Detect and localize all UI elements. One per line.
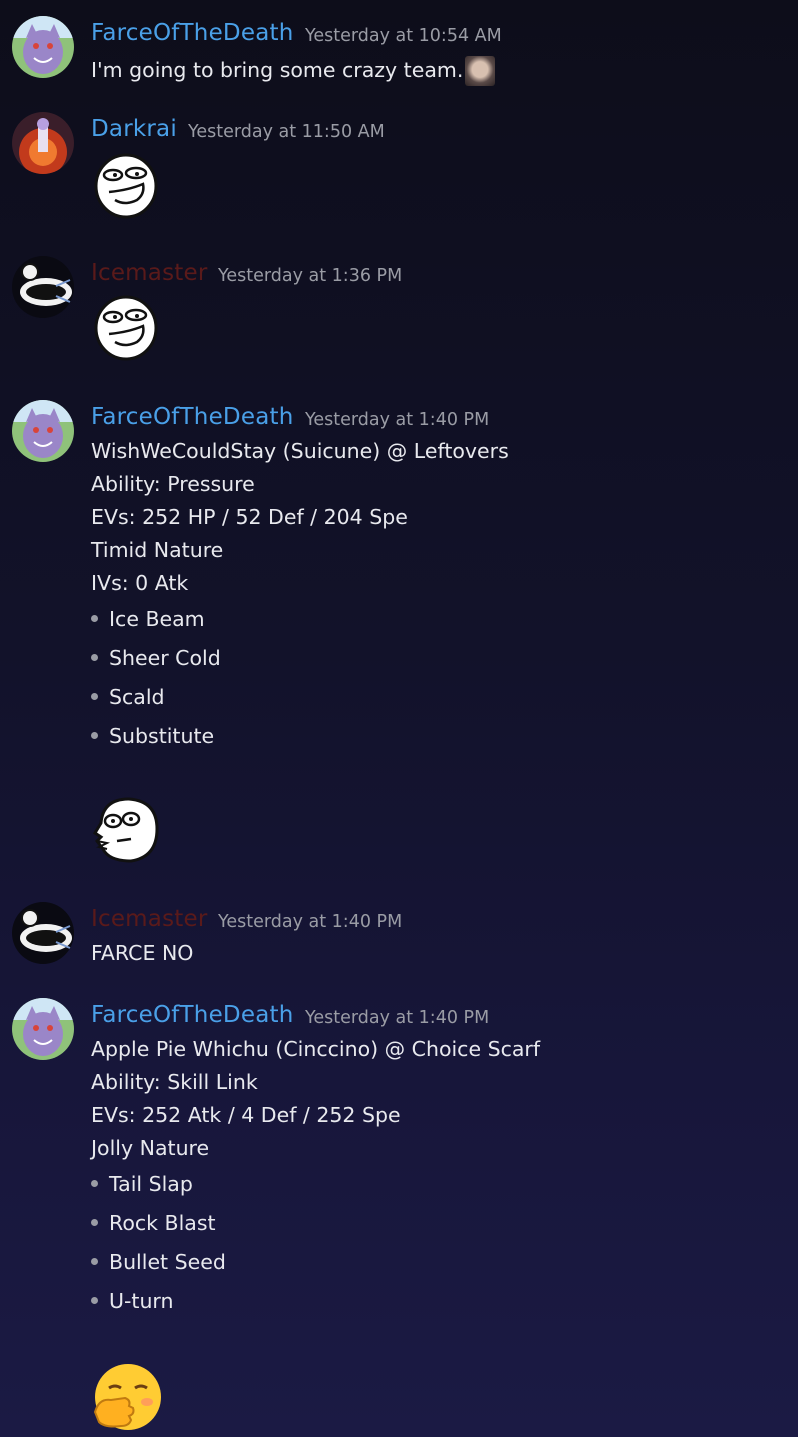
timestamp: Yesterday at 1:36 PM [218, 266, 403, 286]
author-name[interactable]: Icemaster [91, 260, 208, 286]
move-name: Rock Blast [109, 1211, 216, 1235]
avatar-farce[interactable] [12, 998, 74, 1060]
set-line: Ability: Pressure [91, 472, 255, 496]
avatar-farce[interactable] [12, 400, 74, 462]
move-name: Tail Slap [109, 1172, 193, 1196]
move-name: Scald [109, 685, 165, 709]
author-name[interactable]: FarceOfTheDeath [91, 404, 294, 430]
message-text-content: I'm going to bring some crazy team. [91, 58, 464, 82]
bullet-icon [91, 614, 98, 622]
move-name: Ice Beam [109, 607, 205, 631]
author-name[interactable]: Darkrai [91, 116, 177, 142]
message-text: I'm going to bring some crazy team. [91, 56, 496, 86]
icemaster-avatar-icon [12, 902, 74, 964]
set-line: Ability: Skill Link [91, 1070, 258, 1094]
set-line: Apple Pie Whichu (Cinccino) @ Choice Sca… [91, 1037, 541, 1061]
avatar-farce[interactable] [12, 16, 74, 78]
avatar-icemaster[interactable] [12, 256, 74, 318]
bullet-icon [91, 1257, 98, 1265]
avatar-darkrai[interactable] [12, 112, 74, 174]
set-line: IVs: 0 Atk [91, 571, 189, 595]
move-item: Ice Beam [91, 607, 205, 631]
rageface-emoji-icon [91, 793, 163, 869]
set-line: EVs: 252 Atk / 4 Def / 252 Spe [91, 1103, 401, 1127]
set-line: Jolly Nature [91, 1136, 210, 1160]
move-item: Substitute [91, 724, 214, 748]
move-item: Scald [91, 685, 165, 709]
face-with-hand-over-mouth-emoji-icon [91, 1362, 165, 1436]
bullet-icon [91, 692, 98, 700]
bullet-icon [91, 1296, 98, 1304]
timestamp: Yesterday at 1:40 PM [305, 1008, 490, 1028]
bullet-icon [91, 731, 98, 739]
timestamp: Yesterday at 1:40 PM [218, 912, 403, 932]
bullet-icon [91, 653, 98, 661]
gengar-avatar-icon [12, 400, 74, 462]
set-line: WishWeCouldStay (Suicune) @ Leftovers [91, 439, 509, 463]
gengar-avatar-icon [12, 998, 74, 1060]
bullet-icon [91, 1218, 98, 1226]
move-item: U-turn [91, 1289, 174, 1313]
author-name[interactable]: FarceOfTheDeath [91, 20, 294, 46]
message-text: FARCE NO [91, 941, 194, 965]
set-line: Timid Nature [91, 538, 224, 562]
bullet-icon [91, 1179, 98, 1187]
move-name: Sheer Cold [109, 646, 221, 670]
move-item: Bullet Seed [91, 1250, 226, 1274]
trollface-emoji-icon [91, 292, 161, 366]
icemaster-avatar-icon [12, 256, 74, 318]
darkrai-avatar-icon [12, 112, 74, 174]
set-line: EVs: 252 HP / 52 Def / 204 Spe [91, 505, 408, 529]
move-item: Tail Slap [91, 1172, 193, 1196]
move-item: Sheer Cold [91, 646, 221, 670]
gengar-avatar-icon [12, 16, 74, 78]
timestamp: Yesterday at 11:50 AM [188, 122, 385, 142]
move-item: Rock Blast [91, 1211, 216, 1235]
move-name: U-turn [109, 1289, 174, 1313]
timestamp: Yesterday at 10:54 AM [305, 26, 502, 46]
custom-emoji-icon [465, 56, 496, 86]
author-name[interactable]: Icemaster [91, 906, 208, 932]
timestamp: Yesterday at 1:40 PM [305, 410, 490, 430]
trollface-emoji-icon [91, 150, 161, 224]
avatar-icemaster[interactable] [12, 902, 74, 964]
move-name: Substitute [109, 724, 215, 748]
move-name: Bullet Seed [109, 1250, 226, 1274]
author-name[interactable]: FarceOfTheDeath [91, 1002, 294, 1028]
